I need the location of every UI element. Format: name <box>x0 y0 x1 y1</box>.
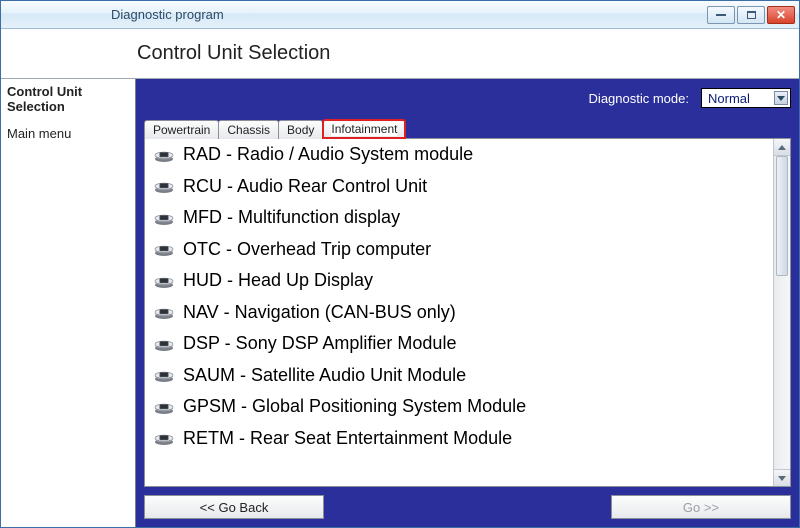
go-back-button[interactable]: << Go Back <box>144 495 324 519</box>
module-row[interactable]: HUD - Head Up Display <box>145 265 773 297</box>
diagnostic-mode-select[interactable]: Normal <box>701 88 791 108</box>
module-label: RCU - Audio Rear Control Unit <box>183 176 427 197</box>
module-label: DSP - Sony DSP Amplifier Module <box>183 333 456 354</box>
module-row[interactable]: RCU - Audio Rear Control Unit <box>145 171 773 203</box>
body: Control Unit Selection Main menu Diagnos… <box>1 78 799 527</box>
diagnostic-mode-value: Normal <box>708 91 750 106</box>
module-row[interactable]: RAD - Radio / Audio System module <box>145 139 773 171</box>
chip-icon <box>153 304 175 320</box>
sidebar-item-main-menu[interactable]: Main menu <box>7 125 129 152</box>
minimize-icon <box>716 14 726 16</box>
sidebar-item-control-unit-selection[interactable]: Control Unit Selection <box>7 83 129 125</box>
module-row[interactable]: NAV - Navigation (CAN-BUS only) <box>145 297 773 329</box>
window-controls: ✕ <box>707 6 795 24</box>
close-button[interactable]: ✕ <box>767 6 795 24</box>
chevron-down-icon <box>774 91 788 105</box>
tab-chassis[interactable]: Chassis <box>218 120 279 139</box>
content: Diagnostic mode: Normal Powertrain Chass… <box>136 79 799 527</box>
titlebar: Diagnostic program ✕ <box>1 1 799 29</box>
chip-icon <box>153 336 175 352</box>
module-label: SAUM - Satellite Audio Unit Module <box>183 365 466 386</box>
module-row[interactable]: DSP - Sony DSP Amplifier Module <box>145 328 773 360</box>
chip-icon <box>153 178 175 194</box>
tabstrip: Powertrain Chassis Body Infotainment <box>144 117 791 139</box>
diagnostic-mode-row: Diagnostic mode: Normal <box>144 85 791 111</box>
module-label: RAD - Radio / Audio System module <box>183 144 473 165</box>
module-label: GPSM - Global Positioning System Module <box>183 396 526 417</box>
maximize-button[interactable] <box>737 6 765 24</box>
module-label: RETM - Rear Seat Entertainment Module <box>183 428 512 449</box>
module-label: OTC - Overhead Trip computer <box>183 239 431 260</box>
vertical-scrollbar[interactable] <box>773 139 790 486</box>
module-label: NAV - Navigation (CAN-BUS only) <box>183 302 456 323</box>
scroll-thumb[interactable] <box>776 156 788 276</box>
module-panel: RAD - Radio / Audio System module RCU - A… <box>144 138 791 487</box>
close-icon: ✕ <box>776 8 786 22</box>
chip-icon <box>153 241 175 257</box>
sidebar: Control Unit Selection Main menu <box>1 79 136 527</box>
scroll-down-arrow-icon[interactable] <box>774 469 790 486</box>
minimize-button[interactable] <box>707 6 735 24</box>
page-title: Control Unit Selection <box>137 42 330 65</box>
module-label: MFD - Multifunction display <box>183 207 400 228</box>
module-row[interactable]: RETM - Rear Seat Entertainment Module <box>145 423 773 455</box>
chip-icon <box>153 430 175 446</box>
window-title: Diagnostic program <box>111 7 707 22</box>
app-window: Diagnostic program ✕ Control Unit Select… <box>0 0 800 528</box>
module-row[interactable]: OTC - Overhead Trip computer <box>145 234 773 266</box>
footer: << Go Back Go >> <box>144 495 791 519</box>
chip-icon <box>153 273 175 289</box>
maximize-icon <box>747 11 756 19</box>
chip-icon <box>153 210 175 226</box>
diagnostic-mode-label: Diagnostic mode: <box>589 91 689 106</box>
tab-body[interactable]: Body <box>278 120 323 139</box>
page-header: Control Unit Selection <box>1 29 799 78</box>
module-row[interactable]: MFD - Multifunction display <box>145 202 773 234</box>
module-row[interactable]: SAUM - Satellite Audio Unit Module <box>145 360 773 392</box>
chip-icon <box>153 367 175 383</box>
chip-icon <box>153 399 175 415</box>
module-list: RAD - Radio / Audio System module RCU - A… <box>145 139 773 486</box>
tab-powertrain[interactable]: Powertrain <box>144 120 219 139</box>
module-label: HUD - Head Up Display <box>183 270 373 291</box>
go-button[interactable]: Go >> <box>611 495 791 519</box>
scroll-up-arrow-icon[interactable] <box>774 139 790 156</box>
module-row[interactable]: GPSM - Global Positioning System Module <box>145 391 773 423</box>
chip-icon <box>153 147 175 163</box>
tab-infotainment[interactable]: Infotainment <box>322 119 406 139</box>
